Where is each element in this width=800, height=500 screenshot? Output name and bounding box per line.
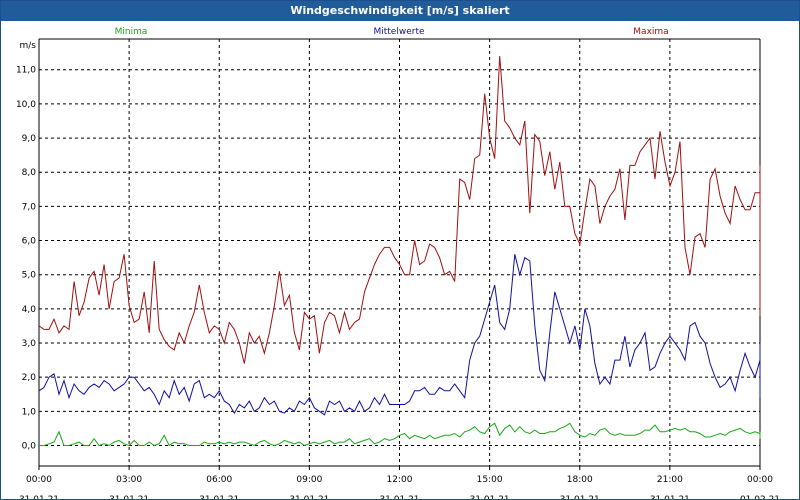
y-tick-label: 4,0	[22, 305, 37, 315]
x-tick-date: 01.02.21	[740, 495, 780, 499]
y-tick-label: 9,0	[22, 134, 37, 144]
x-tick-time: 03:00	[116, 475, 142, 485]
legend-mittelwerte: Mittelwerte	[373, 27, 424, 37]
chart-title: Windgeschwindigkeit [m/s] skaliert	[1, 1, 799, 21]
legend: Minima Mittelwerte Maxima	[115, 27, 669, 37]
x-tick-date: 31.01.21	[199, 495, 239, 499]
y-tick-label: 0,0	[22, 442, 37, 452]
x-tick-date: 31.01.21	[650, 495, 690, 499]
x-tick-time: 12:00	[387, 475, 413, 485]
x-tick-date: 31.01.21	[379, 495, 419, 499]
legend-maxima: Maxima	[633, 27, 668, 37]
axes: 0,0 1,0 2,0 3,0 4,0 5,0 6,0 7,0 8,0 9,0 10,0 11,0 m/…	[16, 38, 780, 499]
x-tick-date: 31.01.21	[470, 495, 510, 499]
chart-window: Windgeschwindigkeit [m/s] skaliert 0,0 1,…	[0, 0, 800, 500]
x-tick-date: 31.01.21	[19, 495, 59, 499]
y-tick-label: 3,0	[22, 339, 37, 349]
y-axis-label: m/s	[20, 41, 37, 51]
legend-minima: Minima	[115, 27, 148, 37]
y-tick-label: 5,0	[22, 271, 37, 281]
x-tick-time: 15:00	[477, 475, 503, 485]
y-tick-label: 10,0	[16, 100, 36, 110]
chart-canvas: 0,0 1,0 2,0 3,0 4,0 5,0 6,0 7,0 8,0 9,0 10,0 11,0 m/…	[16, 27, 780, 499]
x-tick-date: 31.01.21	[289, 495, 329, 499]
y-tick-label: 1,0	[22, 407, 37, 417]
x-tick-date: 31.01.21	[560, 495, 600, 499]
x-tick-time: 18:00	[567, 475, 593, 485]
y-tick-label: 11,0	[16, 66, 36, 76]
grid	[38, 39, 761, 466]
y-tick-label: 7,0	[22, 202, 37, 212]
x-tick-time: 06:00	[206, 475, 232, 485]
x-tick-time: 21:00	[657, 475, 683, 485]
y-tick-label: 2,0	[22, 373, 37, 383]
y-tick-label: 8,0	[22, 168, 37, 178]
x-tick-time: 00:00	[747, 475, 773, 485]
y-tick-label: 6,0	[22, 237, 37, 247]
x-tick-time: 09:00	[296, 475, 322, 485]
x-tick-time: 00:00	[26, 475, 52, 485]
x-tick-date: 31.01.21	[109, 495, 149, 499]
